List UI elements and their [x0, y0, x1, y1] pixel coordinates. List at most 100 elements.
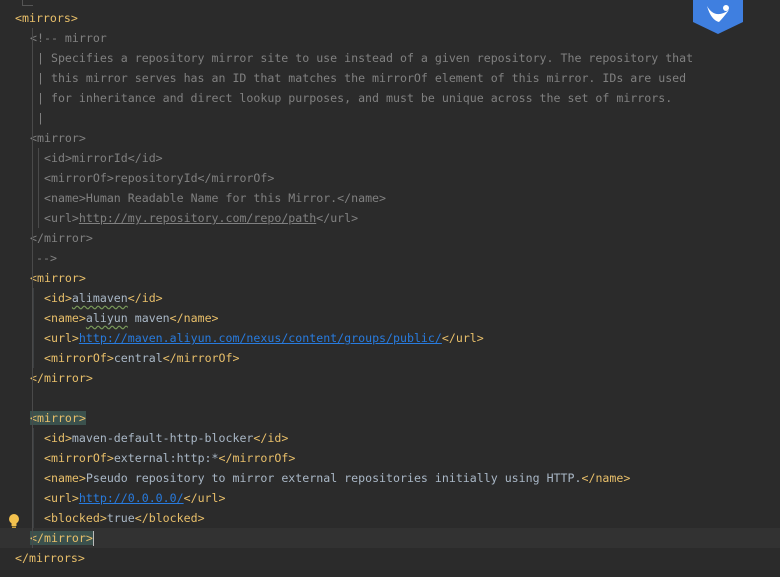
- code-text: <mirror>: [30, 128, 86, 148]
- code-text: <id>maven-default-http-blocker</id>: [44, 428, 288, 448]
- code-token: | Specifies a repository mirror site to …: [37, 51, 694, 65]
- code-line[interactable]: <mirrorOf>central</mirrorOf>: [0, 348, 780, 368]
- code-token: central: [113, 351, 163, 365]
- code-token: | for inheritance and direct lookup purp…: [37, 91, 673, 105]
- code-line[interactable]: </mirror>: [0, 528, 780, 548]
- code-token: <name>: [44, 311, 86, 325]
- code-token: external:http:*: [113, 451, 219, 465]
- url-link[interactable]: http://0.0.0.0/: [79, 491, 184, 505]
- code-line[interactable]: <mirrorOf>repositoryId</mirrorOf>: [0, 168, 780, 188]
- code-token: -->: [36, 251, 57, 265]
- code-token: | this mirror serves has an ID that matc…: [37, 71, 687, 85]
- code-text: <id>mirrorId</id>: [44, 148, 163, 168]
- code-line[interactable]: <mirror>: [0, 408, 780, 428]
- code-token: <mirror>: [30, 131, 86, 145]
- code-text: <name>Human Readable Name for this Mirro…: [44, 188, 386, 208]
- code-text: <!-- mirror: [30, 28, 107, 48]
- code-line[interactable]: <id>maven-default-http-blocker</id>: [0, 428, 780, 448]
- code-text: </mirror>: [30, 528, 94, 548]
- code-token: |: [37, 111, 44, 125]
- code-token: <id>mirrorId</id>: [44, 151, 163, 165]
- url-link[interactable]: http://my.repository.com/repo/path: [79, 211, 316, 225]
- code-text: | Specifies a repository mirror site to …: [37, 48, 693, 68]
- code-line[interactable]: <id>alimaven</id>: [0, 288, 780, 308]
- code-token: <name>: [44, 471, 86, 485]
- code-text: <mirror>: [30, 408, 86, 428]
- code-text: <mirrorOf>central</mirrorOf>: [44, 348, 239, 368]
- code-text: |: [37, 108, 44, 128]
- code-token: <mirrorOf>: [44, 451, 114, 465]
- code-token: <blocked>: [44, 511, 107, 525]
- code-line[interactable]: <mirror>: [0, 268, 780, 288]
- code-text: | this mirror serves has an ID that matc…: [37, 68, 686, 88]
- code-line[interactable]: <name>Pseudo repository to mirror extern…: [0, 468, 780, 488]
- code-line[interactable]: <mirrors>: [0, 8, 780, 28]
- code-token: <id>: [44, 291, 72, 305]
- code-text: </mirror>: [30, 228, 93, 248]
- code-line[interactable]: </mirror>: [0, 228, 780, 248]
- code-text: </mirror>: [30, 368, 93, 388]
- code-token: </url>: [316, 211, 359, 225]
- code-line[interactable]: | for inheritance and direct lookup purp…: [0, 88, 780, 108]
- code-line[interactable]: <url>http://my.repository.com/repo/path<…: [0, 208, 780, 228]
- indent-guide: [33, 428, 34, 528]
- code-token: </mirror>: [30, 231, 93, 245]
- text-caret: [92, 531, 94, 546]
- indent-guide: [33, 288, 34, 368]
- code-token: <mirrors>: [15, 11, 78, 25]
- code-line[interactable]: |: [0, 108, 780, 128]
- code-token: </id>: [253, 431, 289, 445]
- code-line[interactable]: <blocked>true</blocked>: [0, 508, 780, 528]
- code-token: <mirrorOf>: [44, 351, 114, 365]
- code-token: </mirrors>: [15, 551, 85, 565]
- code-token: </url>: [183, 491, 226, 505]
- plugin-badge-icon[interactable]: [693, 0, 743, 34]
- code-line[interactable]: <id>mirrorId</id>: [0, 148, 780, 168]
- code-line[interactable]: -->: [0, 248, 780, 268]
- code-line[interactable]: </mirror>: [0, 368, 780, 388]
- code-token: </name>: [169, 311, 219, 325]
- code-line[interactable]: <name>aliyun maven</name>: [0, 308, 780, 328]
- code-token: alimaven: [71, 291, 128, 305]
- code-token: true: [106, 511, 135, 525]
- fold-guide: [22, 0, 33, 6]
- code-token: <id>: [44, 431, 72, 445]
- code-token: <!-- mirror: [30, 31, 107, 45]
- code-line[interactable]: | Specifies a repository mirror site to …: [0, 48, 780, 68]
- code-text: <mirrorOf>repositoryId</mirrorOf>: [44, 168, 274, 188]
- code-line[interactable]: <mirrorOf>external:http:*</mirrorOf>: [0, 448, 780, 468]
- code-text: <url>http://my.repository.com/repo/path<…: [44, 208, 358, 228]
- code-line[interactable]: </mirrors>: [0, 548, 780, 568]
- code-token: </url>: [441, 331, 484, 345]
- code-text: <url>http://0.0.0.0/</url>: [44, 488, 226, 508]
- code-text: </mirrors>: [15, 548, 85, 568]
- code-text: <url>http://maven.aliyun.com/nexus/conte…: [44, 328, 484, 348]
- code-token: aliyun: [85, 311, 128, 325]
- code-line[interactable]: | this mirror serves has an ID that matc…: [0, 68, 780, 88]
- code-line[interactable]: [0, 388, 780, 408]
- code-text: <id>alimaven</id>: [44, 288, 163, 308]
- code-line[interactable]: <mirror>: [0, 128, 780, 148]
- code-token: <mirror>: [30, 271, 86, 285]
- code-line[interactable]: <name>Human Readable Name for this Mirro…: [0, 188, 780, 208]
- code-token: <url>: [44, 211, 79, 225]
- code-token: maven: [127, 311, 170, 325]
- code-token: </id>: [127, 291, 163, 305]
- code-line[interactable]: <!-- mirror: [0, 28, 780, 48]
- code-token: </mirrorOf>: [218, 451, 296, 465]
- code-token: </blocked>: [134, 511, 205, 525]
- code-token: <mirrorOf>repositoryId</mirrorOf>: [44, 171, 275, 185]
- code-text: <name>Pseudo repository to mirror extern…: [44, 468, 630, 488]
- code-token: </mirror>: [30, 371, 93, 385]
- code-line[interactable]: <url>http://0.0.0.0/</url>: [0, 488, 780, 508]
- code-editor[interactable]: <mirrors> <!-- mirror | Specifies a reposi…: [0, 0, 780, 577]
- code-token: maven-default-http-blocker: [71, 431, 254, 445]
- code-text: | for inheritance and direct lookup purp…: [37, 88, 672, 108]
- code-text: <mirrorOf>external:http:*</mirrorOf>: [44, 448, 295, 468]
- code-line[interactable]: <url>http://maven.aliyun.com/nexus/conte…: [0, 328, 780, 348]
- code-token: <url>: [44, 491, 79, 505]
- code-token: </mirror>: [30, 531, 93, 545]
- code-token: </mirrorOf>: [162, 351, 240, 365]
- lightbulb-icon[interactable]: [8, 513, 20, 529]
- url-link[interactable]: http://maven.aliyun.com/nexus/content/gr…: [79, 331, 442, 345]
